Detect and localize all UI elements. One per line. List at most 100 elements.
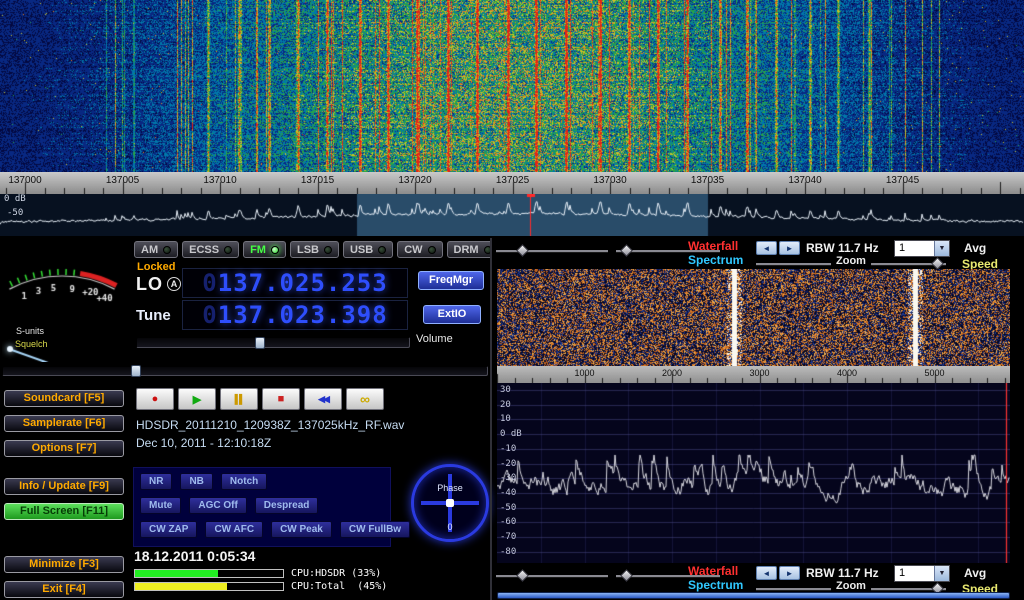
mode-label: ECSS xyxy=(189,244,219,256)
menu-button-exit-f4[interactable]: Exit [F4] xyxy=(4,581,124,598)
mode-led-icon xyxy=(271,246,279,254)
mode-led-icon xyxy=(428,246,436,254)
cpu-bar xyxy=(134,582,284,591)
dsp-nb[interactable]: NB xyxy=(180,473,212,490)
mode-button-lsb[interactable]: LSB xyxy=(290,241,339,258)
zoom-label: Zoom xyxy=(831,580,871,592)
spectrum-label: Spectrum xyxy=(688,253,743,267)
db-tick-label: -40 xyxy=(500,488,516,498)
waterfall-label: Waterfall xyxy=(688,564,738,578)
menu-button-full-screen-f11[interactable]: Full Screen [F11] xyxy=(4,503,124,520)
zoom-spectrum-display[interactable]: 3020100 dB-10-20-30-40-50-60-70-80 xyxy=(497,383,1010,563)
playback-play-button[interactable]: ▶ xyxy=(178,388,216,410)
zoom-frequency-ruler[interactable]: 10002000300040005000 xyxy=(497,366,1010,383)
main-waterfall-display[interactable] xyxy=(0,0,1024,172)
lo-lock-badge[interactable]: A xyxy=(167,277,181,291)
rbw-label: RBW 11.7 Hz xyxy=(806,566,879,580)
record-icon: ● xyxy=(152,393,159,405)
freqmgr-button[interactable]: FreqMgr xyxy=(418,271,484,290)
lo-label: LO xyxy=(136,274,163,295)
lo-frequency-display[interactable]: 0137.025.253 xyxy=(182,268,408,298)
zoom-freq-tick-label: 4000 xyxy=(831,368,863,378)
mode-led-icon xyxy=(378,246,386,254)
pause-icon: ▌▌ xyxy=(235,394,244,404)
dsp-notch[interactable]: Notch xyxy=(221,473,267,490)
zoom-slider[interactable]: Zoom xyxy=(756,259,946,269)
volume-slider[interactable] xyxy=(136,337,410,348)
menu-button-soundcard-f5[interactable]: Soundcard [F5] xyxy=(4,390,124,407)
extio-button[interactable]: ExtIO xyxy=(423,305,481,324)
avg-select[interactable]: 1▼ xyxy=(894,240,950,257)
waterfall-brightness-slider[interactable] xyxy=(496,571,608,581)
menu-button-options-f7[interactable]: Options [F7] xyxy=(4,440,124,457)
dsp-cw-fullbw[interactable]: CW FullBw xyxy=(340,521,410,538)
play-icon: ▶ xyxy=(193,393,201,406)
tuning-slider[interactable] xyxy=(2,366,488,376)
mode-led-icon xyxy=(324,246,332,254)
playback-record-button[interactable]: ● xyxy=(136,388,174,410)
dropdown-arrow-icon[interactable]: ▼ xyxy=(934,241,949,256)
menu-button-info-update-f9[interactable]: Info / Update [F9] xyxy=(4,478,124,495)
mode-button-am[interactable]: AM xyxy=(134,241,178,258)
main-frequency-ruler[interactable]: 1370001370051370101370151370201370251370… xyxy=(0,172,1024,194)
pan-right-button[interactable]: ► xyxy=(779,241,800,255)
slider-thumb[interactable] xyxy=(620,569,633,582)
playback-pause-button[interactable]: ▌▌ xyxy=(220,388,258,410)
slider-thumb[interactable] xyxy=(517,244,530,257)
zoom-waterfall-display[interactable] xyxy=(497,269,1010,366)
zoom-label: Zoom xyxy=(831,255,871,267)
recording-date: Dec 10, 2011 - 12:10:18Z xyxy=(136,436,271,450)
db-tick-label: -30 xyxy=(500,473,516,483)
mode-button-ecss[interactable]: ECSS xyxy=(182,241,239,258)
tune-label: Tune xyxy=(136,307,171,324)
dsp-nr[interactable]: NR xyxy=(140,473,172,490)
s-units-label: S-units xyxy=(16,326,44,336)
pan-scrollbar[interactable] xyxy=(497,592,1010,599)
squelch-label[interactable]: Squelch xyxy=(15,339,48,349)
overview-spectrum-display[interactable]: 0 dB -50 xyxy=(0,194,1024,236)
cpu-meters: CPU:HDSDR (33%)CPU:Total (45%) xyxy=(134,567,387,593)
pan-left-button[interactable]: ◄ xyxy=(756,241,777,255)
waterfall-brightness-slider[interactable] xyxy=(496,246,608,256)
tune-frequency-display[interactable]: 0137.023.398 xyxy=(182,300,408,330)
slider-thumb[interactable] xyxy=(620,244,633,257)
avg-select[interactable]: 1▼ xyxy=(894,565,950,582)
slider-thumb[interactable] xyxy=(517,569,530,582)
pan-right-button[interactable]: ► xyxy=(779,566,800,580)
db-tick-label: -10 xyxy=(500,444,516,454)
dsp-mute[interactable]: Mute xyxy=(140,497,181,514)
playback-loop-button[interactable]: ∞ xyxy=(346,388,384,410)
zoom-slider-thumb[interactable] xyxy=(931,257,944,270)
volume-slider-thumb[interactable] xyxy=(255,337,265,349)
mode-button-cw[interactable]: CW xyxy=(397,241,442,258)
dropdown-arrow-icon[interactable]: ▼ xyxy=(934,566,949,581)
db-tick-label: 0 dB xyxy=(500,429,522,439)
freq-tick-label: 137040 xyxy=(783,175,827,186)
menu-button-minimize-f3[interactable]: Minimize [F3] xyxy=(4,556,124,573)
playback-rewind-button[interactable]: ◀◀ xyxy=(304,388,342,410)
avg-label: Avg xyxy=(964,566,986,580)
stop-icon: ■ xyxy=(278,393,285,405)
menu-button-samplerate-f6[interactable]: Samplerate [F6] xyxy=(4,415,124,432)
mode-led-icon xyxy=(163,246,171,254)
db-tick-label: -80 xyxy=(500,547,516,557)
playback-controls: ● ▶ ▌▌ ■ ◀◀∞ xyxy=(136,388,384,410)
playback-stop-button[interactable]: ■ xyxy=(262,388,300,410)
tuning-slider-thumb[interactable] xyxy=(131,365,141,377)
zoom-spectrum-canvas xyxy=(497,383,1010,563)
zoom-freq-tick-label: 3000 xyxy=(744,368,776,378)
dsp-cw-zap[interactable]: CW ZAP xyxy=(140,521,197,538)
mode-button-usb[interactable]: USB xyxy=(343,241,393,258)
mode-label: AM xyxy=(141,244,158,256)
dsp-agc-off[interactable]: AGC Off xyxy=(189,497,246,514)
recording-filename: HDSDR_20111210_120938Z_137025kHz_RF.wav xyxy=(136,418,404,432)
waterfall-label: Waterfall xyxy=(688,239,738,253)
dsp-cw-afc[interactable]: CW AFC xyxy=(205,521,263,538)
zoom-freq-tick-label: 5000 xyxy=(919,368,951,378)
dsp-despread[interactable]: Despread xyxy=(255,497,319,514)
pan-left-button[interactable]: ◄ xyxy=(756,566,777,580)
db-scale-50: -50 xyxy=(7,208,23,218)
dsp-panel: NR NB Notch Mute AGC Off Despread CW ZAP CW AFC… xyxy=(133,467,391,547)
mode-button-fm[interactable]: FM xyxy=(243,241,286,258)
dsp-cw-peak[interactable]: CW Peak xyxy=(271,521,332,538)
